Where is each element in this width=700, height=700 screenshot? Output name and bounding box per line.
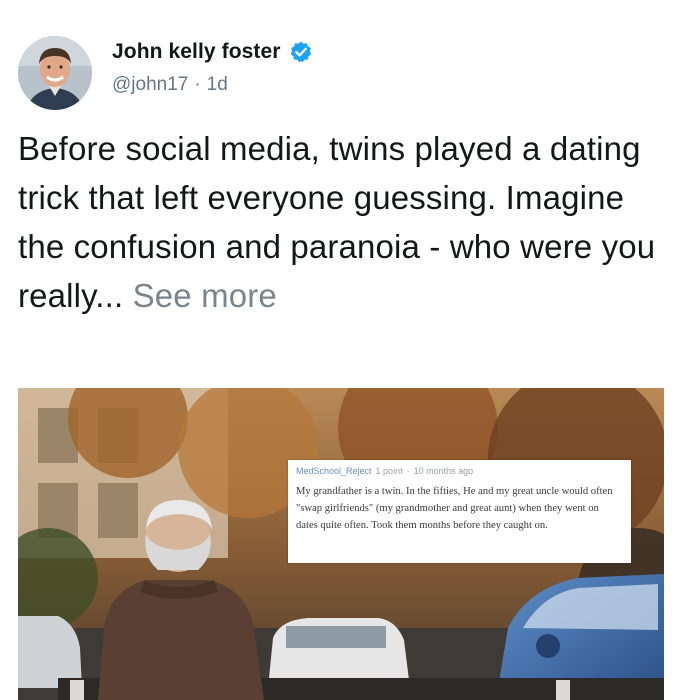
reddit-comment-screenshot: MedSchool_Reject 1 point · 10 months ago…: [288, 460, 631, 563]
author-handle[interactable]: @john17: [112, 74, 188, 96]
reddit-points: 1 point: [375, 466, 403, 476]
tweet-text: Before social media, twins played a dati…: [18, 124, 678, 320]
tweet-body: Before social media, twins played a dati…: [18, 130, 656, 314]
see-more-link[interactable]: See more: [133, 277, 277, 314]
author-display-name[interactable]: John kelly foster: [112, 40, 281, 64]
tweet-age[interactable]: 1d: [207, 74, 228, 96]
verified-badge-icon: [289, 40, 313, 64]
author-meta-row: @john17 · 1d: [112, 74, 228, 96]
reddit-comment-age: 10 months ago: [413, 466, 474, 476]
reddit-comment-meta: MedSchool_Reject 1 point · 10 months ago: [296, 466, 621, 476]
reddit-username: MedSchool_Reject: [296, 466, 372, 476]
tweet-media-image[interactable]: MedSchool_Reject 1 point · 10 months ago…: [18, 388, 664, 700]
avatar[interactable]: [18, 36, 92, 110]
author-name-row: John kelly foster: [112, 40, 313, 64]
meta-separator: ·: [194, 74, 201, 95]
tweet-header: John kelly foster @john17 · 1d: [18, 36, 678, 112]
reddit-comment-body: My grandfather is a twin. In the fifties…: [296, 486, 613, 531]
reddit-meta-separator: ·: [406, 466, 410, 476]
